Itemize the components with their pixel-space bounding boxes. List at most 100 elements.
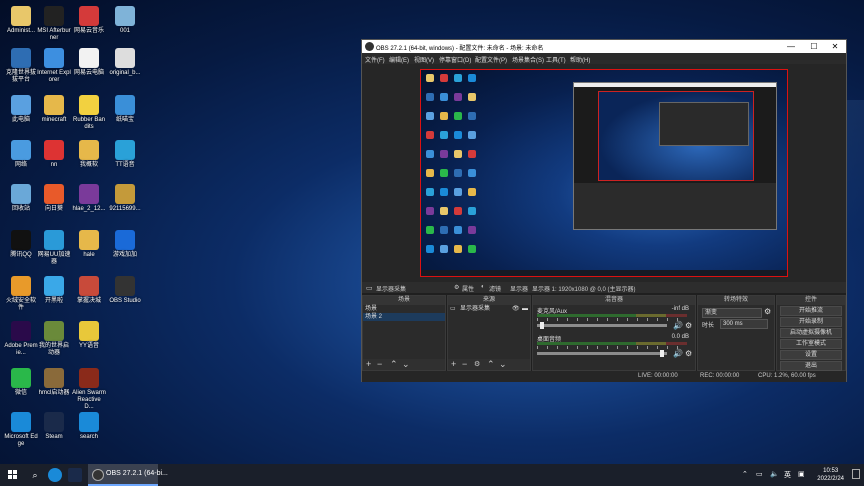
app-icon: [44, 95, 64, 115]
desktop-icon[interactable]: 网易云音乐: [72, 6, 106, 48]
duration-input[interactable]: 300 ms: [720, 319, 768, 329]
gear-icon[interactable]: ⚙: [454, 284, 459, 291]
volume-slider-knob[interactable]: [660, 350, 665, 357]
desktop-icon[interactable]: YY语音: [72, 321, 106, 363]
filter-icon[interactable]: ◐: [481, 284, 485, 290]
desktop-icon[interactable]: 掌握决城: [72, 276, 106, 318]
steam-icon[interactable]: [68, 468, 82, 482]
desktop-icon[interactable]: hale: [72, 230, 106, 272]
desktop-icon[interactable]: Adobe Premie...: [4, 321, 38, 363]
menu-view[interactable]: 视图(V): [414, 55, 434, 64]
taskbar-clock[interactable]: 10:53 2022/2/24: [817, 467, 844, 483]
studio-mode-button[interactable]: 工作室模式: [780, 339, 842, 349]
desktop-icon[interactable]: 腾讯QQ: [4, 230, 38, 272]
desktop-icon[interactable]: Alien Swarm Reactive D...: [72, 368, 106, 410]
lock-icon[interactable]: ▬: [522, 305, 528, 313]
menu-docks[interactable]: 停靠窗口(D): [439, 55, 471, 64]
windows-start-icon[interactable]: [6, 468, 20, 482]
desktop-icon[interactable]: MSI Afterburner: [37, 6, 71, 48]
volume-icon[interactable]: 🔈: [770, 470, 779, 478]
desktop-icon[interactable]: 我概软: [72, 140, 106, 182]
settings-button[interactable]: 设置: [780, 350, 842, 360]
close-button[interactable]: ✕: [824, 40, 846, 53]
scene-item[interactable]: 场景: [363, 305, 445, 313]
add-icon[interactable]: +: [366, 359, 371, 370]
minimize-button[interactable]: —: [780, 40, 802, 53]
desktop-icon[interactable]: Internet Explorer: [37, 48, 71, 90]
gear-icon[interactable]: ⚙: [474, 359, 480, 370]
notification-icon[interactable]: [852, 469, 860, 479]
gear-icon[interactable]: ⚙: [685, 349, 692, 358]
scene-item-selected[interactable]: 场景 2: [363, 313, 445, 321]
desktop-icon[interactable]: Steam: [37, 412, 71, 454]
move-down-icon[interactable]: ⌄: [402, 359, 410, 370]
start-streaming-button[interactable]: 开始推流: [780, 306, 842, 316]
desktop-icon[interactable]: TT语音: [108, 140, 142, 182]
menu-help[interactable]: 帮助(H): [570, 55, 590, 64]
speaker-icon[interactable]: 🔊: [673, 349, 683, 358]
desktop-icon[interactable]: original_b...: [108, 48, 142, 90]
search-icon[interactable]: ⌕: [28, 468, 42, 482]
desktop-icon[interactable]: 向日葵: [37, 184, 71, 226]
chevron-up-icon[interactable]: ⌃: [742, 470, 748, 478]
source-item[interactable]: ▭ 显示器采集 👁 ▬: [448, 305, 530, 313]
filters-button[interactable]: 滤镜: [489, 284, 501, 293]
menu-tools[interactable]: 工具(T): [546, 55, 566, 64]
display-select[interactable]: 显示器 1: 1920x1080 @ 0,0 (主显示器): [532, 284, 635, 293]
desktop-icon[interactable]: 网易云电脑: [72, 48, 106, 90]
desktop-icon[interactable]: Rubber Bandits: [72, 95, 106, 137]
move-up-icon[interactable]: ⌃: [487, 359, 495, 370]
volume-slider-knob[interactable]: [539, 322, 544, 329]
properties-button[interactable]: 属性: [462, 284, 474, 293]
desktop-icon[interactable]: OBS Studio: [108, 276, 142, 318]
volume-slider[interactable]: [537, 322, 667, 329]
add-icon[interactable]: +: [451, 359, 456, 370]
desktop-icon[interactable]: 回收站: [4, 184, 38, 226]
edge-icon[interactable]: [48, 468, 62, 482]
obs-title-bar[interactable]: OBS 27.2.1 (64-bit, windows) - 配置文件: 未命名…: [362, 40, 846, 53]
maximize-button[interactable]: ☐: [803, 40, 825, 53]
desktop-icon[interactable]: 001: [108, 6, 142, 48]
speaker-icon[interactable]: 🔊: [673, 321, 683, 330]
taskbar-obs-button[interactable]: OBS 27.2.1 (64-bi...: [88, 464, 168, 486]
desktop-icon[interactable]: 纸喵宝: [108, 95, 142, 137]
menu-profile[interactable]: 配置文件(P): [475, 55, 507, 64]
menu-edit[interactable]: 编辑(E): [389, 55, 409, 64]
desktop-icon[interactable]: 火绒安全软件: [4, 276, 38, 318]
desktop-icon[interactable]: 网易UU加速器: [37, 230, 71, 272]
desktop-icon-label: 我的世界启动器: [38, 343, 69, 356]
transition-select[interactable]: 渐变: [702, 308, 762, 318]
desktop-icon[interactable]: 克隆世界拔拔平台: [4, 48, 38, 90]
desktop-icon[interactable]: 微信: [4, 368, 38, 410]
start-recording-button[interactable]: 开始录制: [780, 317, 842, 327]
desktop-icon[interactable]: 开黑啦: [37, 276, 71, 318]
menu-scene-collection[interactable]: 场景集合(S): [512, 55, 544, 64]
network-icon[interactable]: ▭: [756, 470, 763, 478]
desktop-icon[interactable]: 我的世界启动器: [37, 321, 71, 363]
preview-canvas[interactable]: [420, 69, 788, 277]
desktop-icon[interactable]: hmcl启动器: [37, 368, 71, 410]
desktop-icon[interactable]: Microsoft Edge: [4, 412, 38, 454]
remove-icon[interactable]: −: [462, 359, 467, 370]
desktop-icon[interactable]: search: [72, 412, 106, 454]
remove-icon[interactable]: −: [377, 359, 382, 370]
desktop-icon[interactable]: nn: [37, 140, 71, 182]
menu-file[interactable]: 文件(F): [365, 55, 385, 64]
desktop-icon[interactable]: Administ...: [4, 6, 38, 48]
desktop-icon[interactable]: 游戏加加: [108, 230, 142, 272]
volume-slider[interactable]: [537, 350, 667, 357]
move-up-icon[interactable]: ⌃: [390, 359, 398, 370]
desktop-icon[interactable]: 92115699...: [108, 184, 142, 226]
exit-button[interactable]: 退出: [780, 361, 842, 371]
desktop-icon[interactable]: hlae_2_12...: [72, 184, 106, 226]
gear-icon[interactable]: ⚙: [685, 321, 692, 330]
input-method-icon[interactable]: 英: [784, 470, 791, 480]
display-icon[interactable]: ▣: [798, 470, 805, 478]
desktop-icon[interactable]: 此电脑: [4, 95, 38, 137]
eye-icon[interactable]: 👁: [512, 305, 520, 313]
start-virtual-camera-button[interactable]: 启动虚拟摄像机: [780, 328, 842, 338]
move-down-icon[interactable]: ⌄: [499, 359, 507, 370]
desktop-icon[interactable]: 网络: [4, 140, 38, 182]
gear-icon[interactable]: ⚙: [764, 307, 771, 316]
desktop-icon[interactable]: minecraft: [37, 95, 71, 137]
